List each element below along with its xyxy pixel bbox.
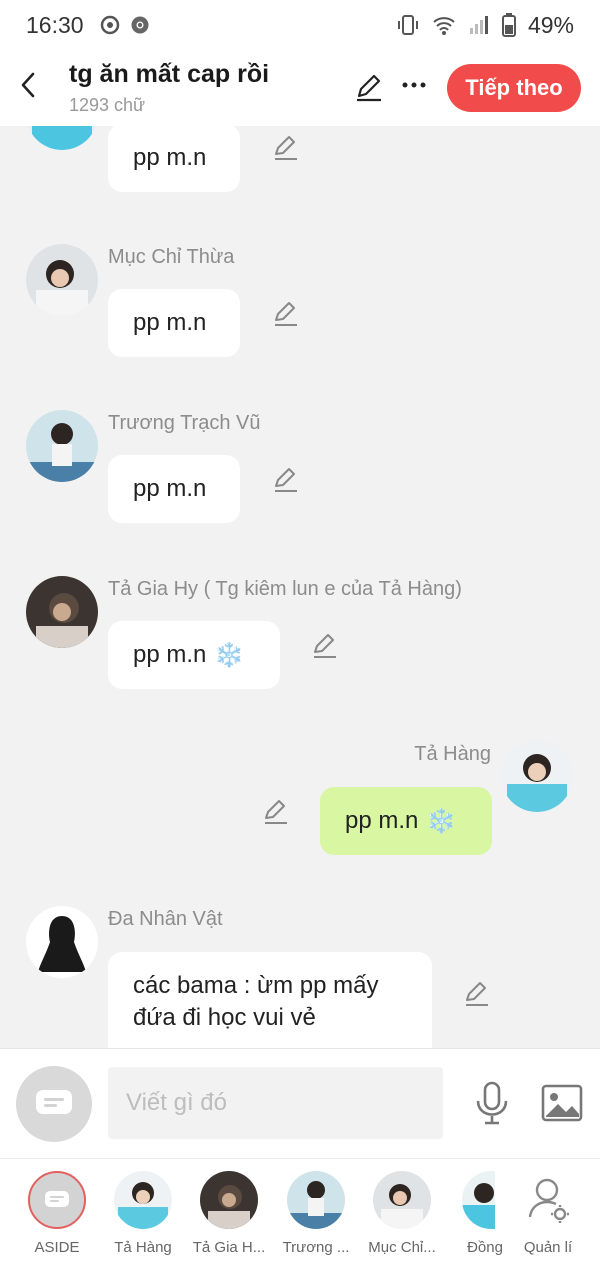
avatar[interactable]	[26, 126, 98, 150]
voice-input-button[interactable]	[473, 1081, 511, 1125]
edit-message-button[interactable]	[463, 980, 491, 1008]
avatar-image	[373, 1171, 431, 1229]
pencil-icon	[466, 982, 488, 1006]
message-bubble[interactable]: các bama : ừm pp mấy đứa đi học vui vẻ	[108, 952, 432, 1048]
aside-icon	[36, 1090, 72, 1114]
message-text: pp m.n	[133, 475, 207, 502]
message-bubble[interactable]: pp m.n	[108, 289, 240, 357]
pencil-icon	[275, 468, 297, 492]
avatar-image	[287, 1171, 345, 1229]
avatar	[114, 1171, 172, 1229]
message-text: pp m.n	[133, 641, 207, 668]
chrome-icon	[131, 16, 149, 34]
message-bubble[interactable]: pp m.n	[108, 455, 240, 523]
notification-icon	[100, 15, 119, 35]
message-text: pp m.n	[133, 309, 207, 336]
more-options-button[interactable]	[401, 70, 427, 100]
avatar-image	[26, 126, 98, 150]
pencil-icon	[275, 302, 297, 326]
character-name: Đa Nhân Vật	[108, 908, 223, 930]
character-label: ASIDE	[34, 1239, 80, 1256]
wifi-icon	[433, 17, 455, 35]
aside-avatar	[28, 1171, 86, 1229]
edit-message-button[interactable]	[272, 466, 300, 494]
edit-message-button[interactable]	[272, 134, 300, 162]
vibrate-icon	[397, 15, 418, 35]
insert-image-button[interactable]	[540, 1083, 584, 1123]
avatar-image	[501, 740, 573, 812]
microphone-icon	[476, 1081, 508, 1125]
pencil-icon	[265, 800, 287, 824]
manage-characters-button[interactable]: Quản lí	[505, 1159, 591, 1267]
character-label: Tả Hàng	[114, 1239, 172, 1256]
avatar[interactable]	[501, 740, 573, 812]
character-name: Tả Gia Hy ( Tg kiêm lun e của Tả Hàng)	[108, 578, 462, 600]
edit-message-button[interactable]	[311, 632, 339, 660]
edit-message-button[interactable]	[262, 798, 290, 826]
character-name: Mục Chỉ Thừa	[108, 246, 235, 268]
more-dots-icon	[402, 82, 426, 88]
status-bar: 16:30 49%	[0, 0, 600, 50]
avatar-image	[114, 1171, 172, 1229]
avatar	[373, 1171, 431, 1229]
battery-percent: 49%	[527, 11, 574, 38]
avatar-image	[26, 906, 98, 978]
avatar-image	[200, 1171, 258, 1229]
snowflake-emoji: ❄️	[214, 641, 245, 669]
avatar[interactable]	[26, 244, 98, 316]
chat-header: tg ăn mất cap rồi 1293 chữ Tiếp theo	[0, 50, 600, 126]
snowflake-emoji: ❄️	[426, 807, 457, 835]
avatar-image	[26, 576, 98, 648]
battery-icon	[501, 13, 516, 37]
status-time: 16:30	[26, 11, 84, 38]
message-input[interactable]	[108, 1067, 443, 1139]
character-name: Trương Trạch Vũ	[108, 412, 261, 434]
pencil-icon	[314, 634, 336, 658]
avatar-image	[26, 410, 98, 482]
character-tab[interactable]: Trương ...	[273, 1159, 359, 1267]
message-bubble[interactable]: pp m.n ❄️	[320, 787, 492, 855]
chevron-left-icon	[21, 72, 35, 98]
avatar	[200, 1171, 258, 1229]
character-bar: ASIDE Tả Hàng Tả Gia H... Trương ... Mục…	[0, 1158, 600, 1267]
avatar-image	[26, 244, 98, 316]
message-bubble[interactable]: pp m.n	[108, 126, 240, 192]
character-name: Tả Hàng	[414, 743, 491, 765]
pencil-icon	[275, 136, 297, 160]
avatar[interactable]	[26, 410, 98, 482]
character-tab[interactable]: Tả Hàng	[100, 1159, 186, 1267]
character-tab[interactable]: Tả Gia H...	[186, 1159, 272, 1267]
character-label: Trương ...	[282, 1239, 350, 1256]
message-text: pp m.n	[345, 807, 419, 834]
image-icon	[541, 1084, 583, 1122]
edit-title-button[interactable]	[354, 72, 384, 102]
avatar	[462, 1171, 495, 1229]
aside-toggle-button[interactable]	[16, 1066, 92, 1142]
signal-icon	[469, 16, 488, 34]
edit-message-button[interactable]	[272, 300, 300, 328]
next-button[interactable]: Tiếp theo	[447, 64, 581, 112]
composer-bar	[0, 1048, 600, 1158]
chat-area[interactable]: pp m.n Mục Chỉ Thừa pp m.n Trương Trạch …	[0, 126, 600, 1048]
manage-icon-wrap	[519, 1171, 577, 1229]
character-label: Tả Gia H...	[192, 1239, 266, 1256]
avatar[interactable]	[26, 576, 98, 648]
message-bubble[interactable]: pp m.n ❄️	[108, 621, 280, 689]
character-label: Quản lí	[523, 1239, 573, 1256]
message-text: các bama : ừm pp mấy đứa đi học vui vẻ	[133, 972, 379, 1031]
story-title: tg ăn mất cap rồi	[69, 60, 270, 88]
pencil-icon	[357, 74, 381, 102]
character-tab-aside[interactable]: ASIDE	[14, 1159, 100, 1267]
message-text: pp m.n	[133, 144, 207, 171]
avatar[interactable]	[26, 906, 98, 978]
aside-icon	[45, 1191, 69, 1207]
back-button[interactable]	[14, 70, 42, 100]
user-settings-icon	[528, 1178, 569, 1223]
word-count: 1293 chữ	[69, 95, 146, 115]
avatar	[287, 1171, 345, 1229]
avatar-image	[462, 1171, 495, 1229]
